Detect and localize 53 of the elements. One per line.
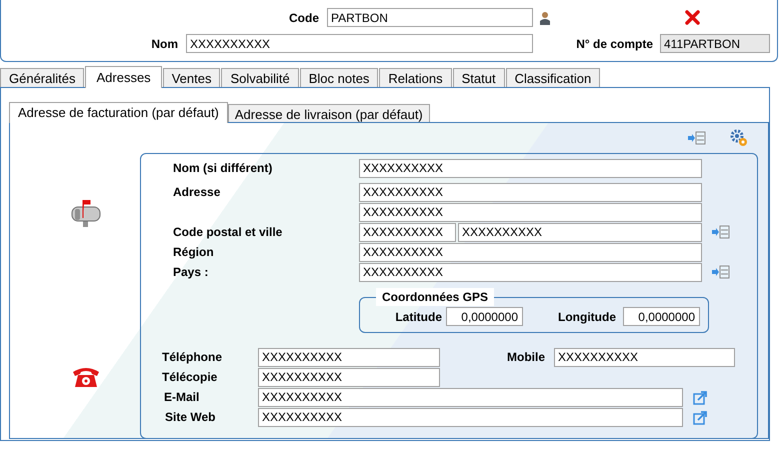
delete-icon[interactable] — [685, 10, 700, 25]
fax-label: Télécopie — [161, 369, 218, 386]
address-field[interactable]: XXXXXXXXXX — [359, 242, 702, 262]
mailbox-icon — [71, 200, 101, 227]
tab[interactable]: Solvabilité — [221, 68, 299, 87]
latitude-field[interactable]: 0,0000000 — [446, 307, 523, 326]
mobile-label: Mobile — [506, 349, 546, 366]
tab[interactable]: Bloc notes — [300, 68, 378, 87]
email-field[interactable]: XXXXXXXXXX — [258, 388, 683, 406]
fax-field[interactable]: XXXXXXXXXX — [258, 368, 440, 386]
phone-label: Téléphone — [161, 349, 224, 366]
settings-icon[interactable] — [730, 129, 748, 147]
field-label: Région — [172, 244, 215, 261]
address-tab[interactable]: Adresse de facturation (par défaut) — [9, 102, 228, 123]
website-label: Site Web — [164, 409, 216, 426]
name-label: Nom — [150, 36, 178, 52]
code-field[interactable]: PARTBON — [327, 8, 533, 27]
address-tab[interactable]: Adresse de livraison (par défaut) — [228, 104, 430, 122]
longitude-label: Longitude — [557, 308, 616, 326]
tab[interactable]: Adresses — [85, 66, 162, 88]
address-field[interactable]: XXXXXXXXXX — [359, 222, 456, 242]
tab[interactable]: Statut — [452, 68, 505, 87]
insert-list-icon[interactable] — [712, 225, 730, 239]
address-field[interactable]: XXXXXXXXXX — [359, 158, 702, 178]
tab[interactable]: Classification — [506, 68, 600, 87]
field-label: Adresse — [172, 184, 222, 201]
field-label: Pays : — [172, 264, 210, 281]
address-field[interactable]: XXXXXXXXXX — [359, 262, 702, 282]
field-label: Code postal et ville — [172, 224, 284, 241]
insert-list-icon[interactable] — [688, 131, 706, 145]
external-link-icon[interactable] — [693, 410, 708, 424]
tab[interactable]: Ventes — [162, 68, 220, 87]
longitude-field[interactable]: 0,0000000 — [623, 307, 700, 326]
gps-title: Coordonnées GPS — [376, 288, 494, 306]
code-label: Code — [288, 10, 319, 26]
tab[interactable]: Relations — [379, 68, 452, 87]
telephone-icon — [72, 366, 100, 388]
insert-list-icon[interactable] — [712, 265, 730, 279]
account-label: N° de compte — [575, 36, 653, 52]
account-field[interactable]: 411PARTBON — [660, 34, 770, 53]
website-field[interactable]: XXXXXXXXXX — [258, 408, 683, 426]
address-field[interactable]: XXXXXXXXXX — [359, 182, 702, 202]
tab[interactable]: Généralités — [0, 68, 84, 87]
phone-field[interactable]: XXXXXXXXXX — [258, 348, 440, 366]
name-field[interactable]: XXXXXXXXXX — [186, 34, 533, 53]
mobile-field[interactable]: XXXXXXXXXX — [554, 348, 735, 366]
email-label: E-Mail — [163, 389, 200, 406]
field-label: Nom (si différent) — [172, 160, 274, 177]
person-icon[interactable] — [539, 10, 551, 24]
latitude-label: Latitude — [394, 308, 442, 326]
address-field[interactable]: XXXXXXXXXX — [359, 202, 702, 222]
address-field[interactable]: XXXXXXXXXX — [458, 222, 702, 242]
external-link-icon[interactable] — [693, 390, 708, 404]
